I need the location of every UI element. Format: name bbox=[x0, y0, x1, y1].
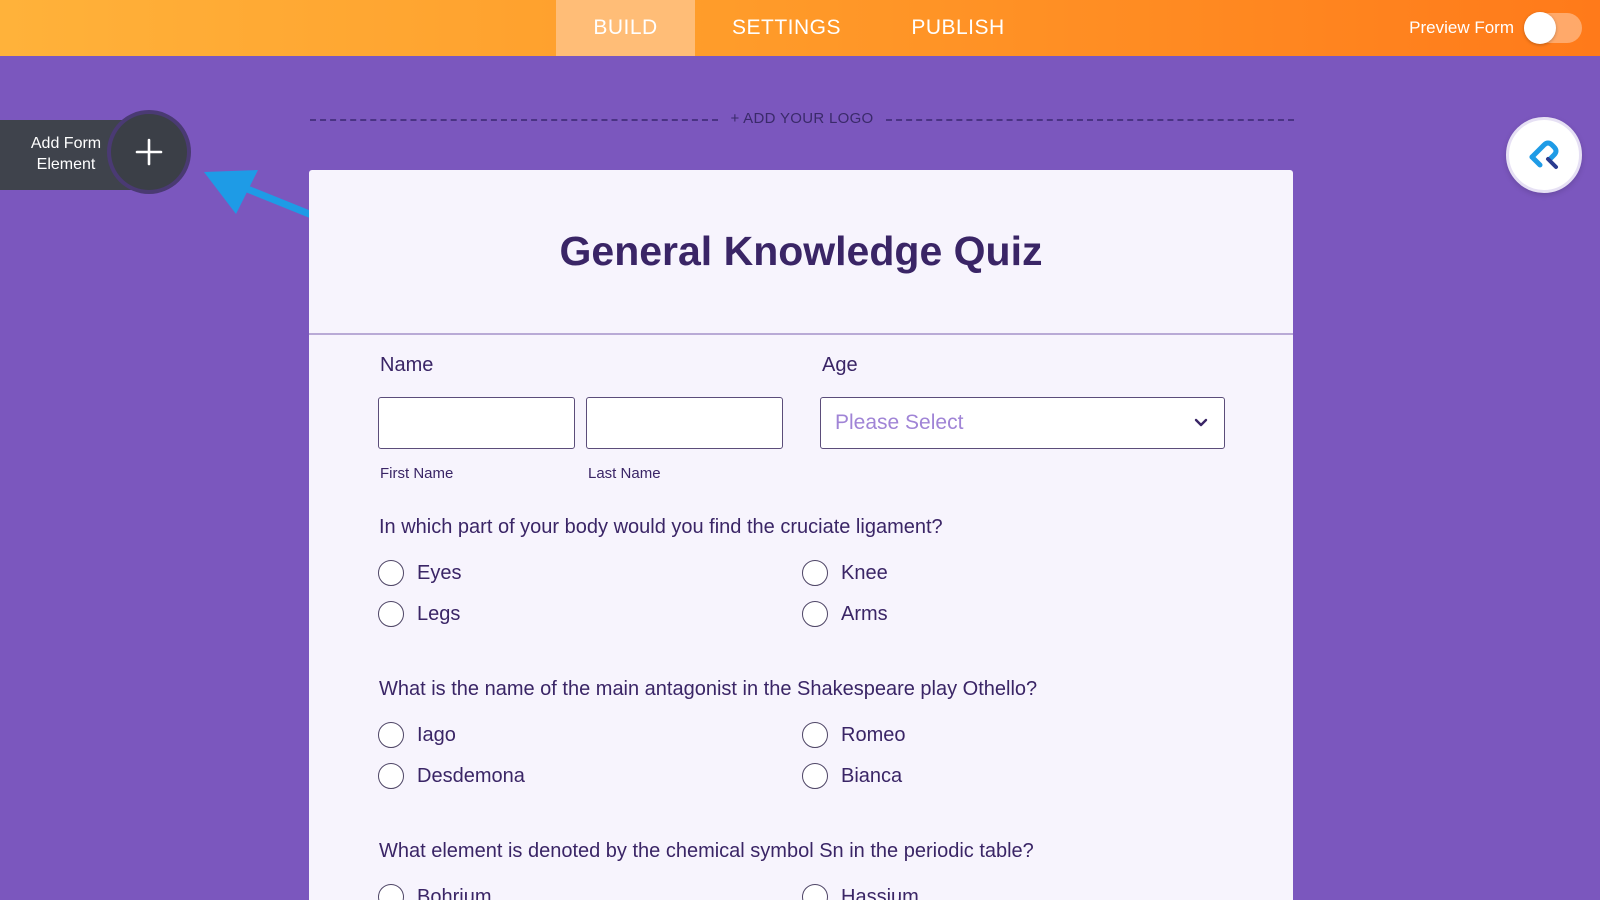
main-tabs: BUILD SETTINGS PUBLISH bbox=[556, 0, 1038, 56]
last-name-sublabel: Last Name bbox=[588, 465, 661, 482]
radio-button[interactable] bbox=[802, 763, 828, 789]
radio-button[interactable] bbox=[802, 601, 828, 627]
add-form-element-button[interactable] bbox=[111, 114, 187, 190]
chevron-down-icon bbox=[1194, 418, 1208, 427]
preview-form-toggle[interactable] bbox=[1524, 12, 1582, 44]
radio-button[interactable] bbox=[802, 722, 828, 748]
radio-option-romeo[interactable]: Romeo bbox=[802, 722, 905, 748]
radio-button[interactable] bbox=[378, 884, 404, 900]
radio-option-eyes[interactable]: Eyes bbox=[378, 560, 461, 586]
toggle-knob bbox=[1524, 12, 1556, 44]
radio-button[interactable] bbox=[378, 601, 404, 627]
radio-option-legs[interactable]: Legs bbox=[378, 601, 460, 627]
radio-button[interactable] bbox=[802, 560, 828, 586]
radio-button[interactable] bbox=[378, 560, 404, 586]
add-logo-link[interactable]: + ADD YOUR LOGO bbox=[718, 110, 886, 127]
option-label: Hassium bbox=[841, 885, 919, 900]
plus-icon bbox=[135, 138, 163, 166]
last-name-input[interactable] bbox=[586, 397, 783, 449]
radio-option-hassium[interactable]: Hassium bbox=[802, 884, 919, 900]
age-select-placeholder: Please Select bbox=[835, 411, 964, 434]
option-label: Arms bbox=[841, 602, 888, 625]
radio-option-iago[interactable]: Iago bbox=[378, 722, 456, 748]
radio-option-desdemona[interactable]: Desdemona bbox=[378, 763, 525, 789]
form-card: General Knowledge Quiz Name First Name L… bbox=[309, 170, 1293, 900]
question-1-text: In which part of your body would you fin… bbox=[379, 516, 943, 538]
option-label: Desdemona bbox=[417, 764, 525, 787]
tab-build[interactable]: BUILD bbox=[556, 0, 695, 56]
preview-form-label: Preview Form bbox=[1409, 18, 1514, 37]
first-name-input[interactable] bbox=[378, 397, 575, 449]
form-designer-button[interactable] bbox=[1506, 117, 1582, 193]
radio-option-bianca[interactable]: Bianca bbox=[802, 763, 902, 789]
preview-form-control: Preview Form bbox=[1409, 0, 1582, 56]
tab-settings[interactable]: SETTINGS bbox=[695, 0, 878, 56]
option-label: Iago bbox=[417, 723, 456, 746]
radio-button[interactable] bbox=[378, 722, 404, 748]
add-form-element-label: Add Form Element bbox=[30, 135, 102, 173]
form-header: General Knowledge Quiz bbox=[309, 170, 1293, 335]
paint-roller-icon bbox=[1529, 140, 1559, 169]
question-3-text: What element is denoted by the chemical … bbox=[379, 840, 1034, 862]
tab-publish[interactable]: PUBLISH bbox=[878, 0, 1038, 56]
radio-button[interactable] bbox=[378, 763, 404, 789]
form-title[interactable]: General Knowledge Quiz bbox=[560, 228, 1043, 275]
top-navigation-bar: BUILD SETTINGS PUBLISH Preview Form bbox=[0, 0, 1600, 56]
radio-option-arms[interactable]: Arms bbox=[802, 601, 888, 627]
option-label: Eyes bbox=[417, 561, 462, 584]
first-name-sublabel: First Name bbox=[380, 465, 454, 482]
question-2-text: What is the name of the main antagonist … bbox=[379, 678, 1038, 700]
age-label: Age bbox=[822, 354, 858, 376]
radio-button[interactable] bbox=[802, 884, 828, 900]
age-select[interactable]: Please Select bbox=[820, 397, 1225, 449]
option-label: Romeo bbox=[841, 723, 906, 746]
name-label: Name bbox=[380, 354, 434, 376]
logo-dashed-line-right bbox=[886, 119, 1294, 121]
logo-dashed-line-left bbox=[310, 119, 718, 121]
option-label: Bohrium bbox=[417, 885, 492, 900]
option-label: Bianca bbox=[841, 764, 903, 787]
option-label: Legs bbox=[417, 602, 461, 625]
radio-option-knee[interactable]: Knee bbox=[802, 560, 888, 586]
radio-option-bohrium[interactable]: Bohrium bbox=[378, 884, 491, 900]
option-label: Knee bbox=[841, 561, 888, 584]
